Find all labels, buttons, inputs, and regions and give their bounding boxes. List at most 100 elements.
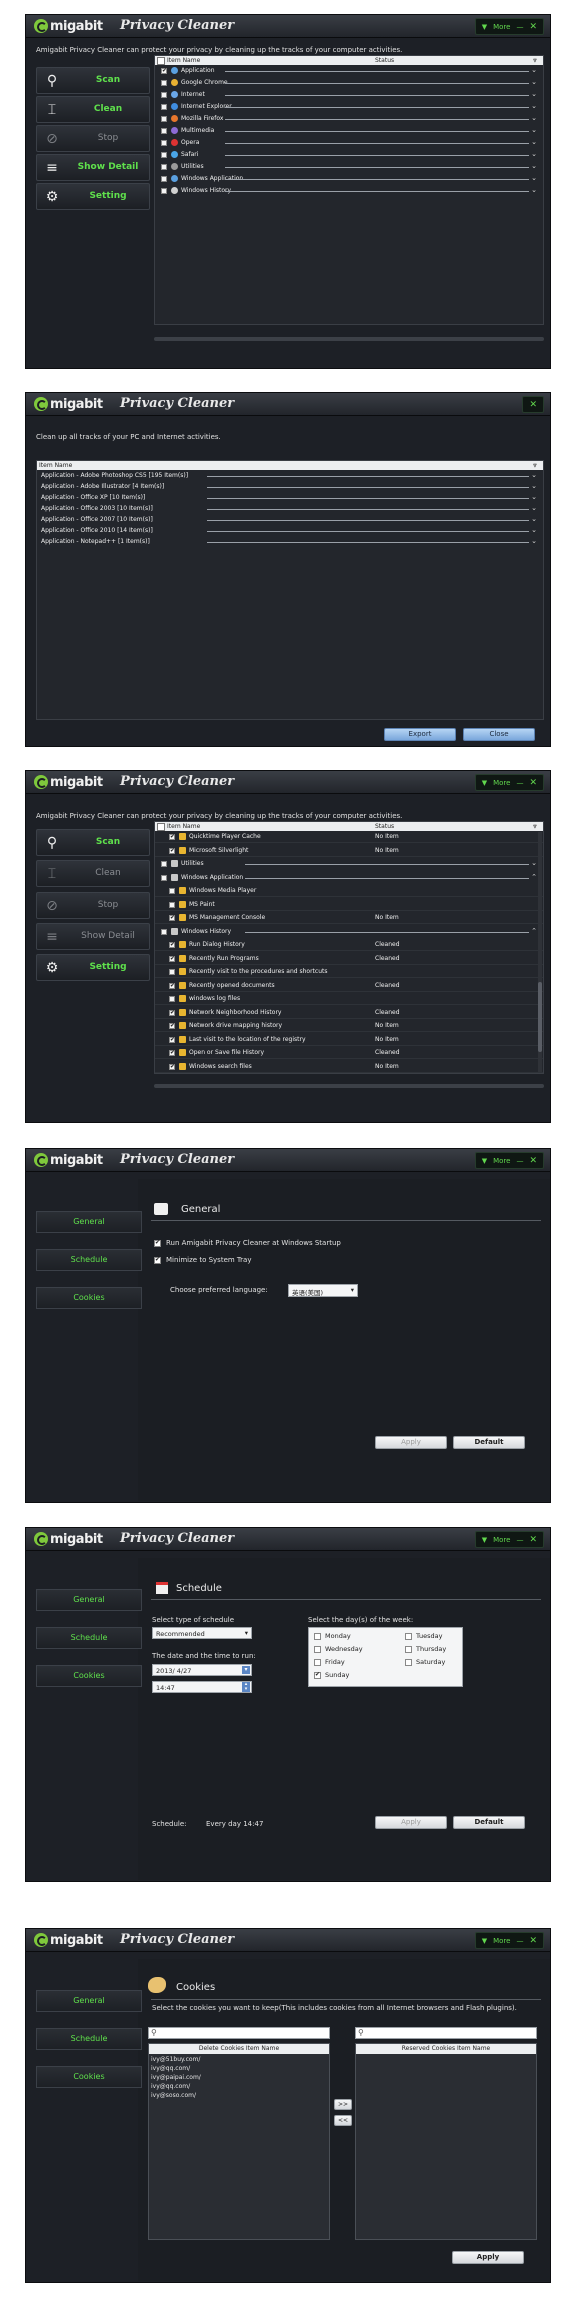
title-bar[interactable]: migabit Privacy Cleaner ▼ More — ✕: [26, 1149, 550, 1172]
horizontal-scrollbar[interactable]: [154, 1084, 544, 1088]
expand-chevron-icon[interactable]: ⌄: [531, 504, 537, 512]
item-checkbox[interactable]: [169, 969, 175, 975]
more-button[interactable]: More: [493, 1536, 510, 1544]
item-checkbox[interactable]: [169, 941, 175, 948]
list-item[interactable]: Mozilla Firefox ⌄: [155, 114, 543, 124]
apply-button[interactable]: Apply: [375, 1436, 447, 1449]
expand-chevron-icon[interactable]: ⌄: [531, 138, 537, 146]
item-checkbox[interactable]: [169, 1009, 175, 1016]
more-button[interactable]: More: [493, 23, 510, 31]
monday-checkbox[interactable]: [314, 1633, 321, 1640]
item-checkbox[interactable]: [169, 901, 175, 908]
expand-chevron-icon[interactable]: ⌄: [531, 526, 537, 534]
item-checkbox[interactable]: [161, 928, 167, 935]
list-item[interactable]: Recently Run Programs Cleaned: [155, 954, 543, 965]
expand-chevron-icon[interactable]: ⌄: [531, 114, 537, 122]
reserve-search-input[interactable]: ⚲: [355, 2027, 537, 2039]
minimize-button[interactable]: —: [516, 1536, 523, 1544]
item-checkbox[interactable]: [169, 1022, 175, 1029]
item-checkbox[interactable]: [161, 188, 167, 194]
nav-general[interactable]: General: [36, 1211, 142, 1233]
collapse-all-icon[interactable]: ⩔: [533, 461, 537, 470]
more-button[interactable]: More: [493, 1157, 510, 1165]
item-checkbox[interactable]: [161, 128, 167, 134]
item-checkbox[interactable]: [161, 861, 167, 867]
list-item[interactable]: windows log files: [155, 994, 543, 1005]
expand-chevron-icon[interactable]: ⌄: [531, 493, 537, 501]
cookie-item[interactable]: ivy@qq.com/: [151, 2065, 190, 2074]
list-item[interactable]: Windows Media Player: [155, 886, 543, 897]
more-button[interactable]: More: [493, 779, 510, 787]
tray-checkbox[interactable]: [154, 1256, 161, 1264]
close-dialog-button[interactable]: Close: [463, 728, 535, 741]
tuesday-checkbox[interactable]: [405, 1633, 412, 1640]
list-item[interactable]: Safari ⌄: [155, 150, 543, 160]
list-item[interactable]: Last visit to the location of the regist…: [155, 1035, 543, 1046]
scan-button[interactable]: ⚲ Scan: [36, 829, 150, 856]
nav-schedule[interactable]: Schedule: [36, 1249, 142, 1271]
item-checkbox[interactable]: [169, 847, 175, 854]
item-checkbox[interactable]: [161, 67, 167, 74]
list-item[interactable]: MS Paint: [155, 900, 543, 911]
minimize-button[interactable]: —: [516, 779, 523, 787]
default-button[interactable]: Default: [453, 1816, 525, 1829]
thursday-checkbox[interactable]: [405, 1646, 412, 1653]
delete-search-input[interactable]: ⚲: [148, 2027, 330, 2039]
select-all-checkbox[interactable]: [157, 57, 165, 65]
item-checkbox[interactable]: [161, 176, 167, 182]
expand-chevron-icon[interactable]: ⌄: [531, 66, 537, 74]
list-item[interactable]: Windows Application ⌄: [155, 174, 543, 184]
close-button[interactable]: ✕: [529, 1936, 537, 1946]
list-item[interactable]: Application ⌄: [155, 66, 543, 76]
date-picker[interactable]: 2013/ 4/27 ▾: [152, 1664, 252, 1676]
expand-chevron-icon[interactable]: ⌄: [531, 859, 537, 867]
more-button[interactable]: More: [493, 1937, 510, 1945]
list-item[interactable]: Windows History ⌄: [155, 186, 543, 196]
list-item[interactable]: Application - Office 2003 [10 Item(s)] ⌄: [37, 504, 543, 514]
item-checkbox[interactable]: [161, 152, 167, 158]
close-button[interactable]: ✕: [529, 778, 537, 788]
item-checkbox[interactable]: [169, 1063, 175, 1070]
title-bar[interactable]: migabit Privacy Cleaner ▼ More — ✕: [26, 1929, 550, 1952]
cookie-item[interactable]: ivy@soso.com/: [151, 2092, 196, 2101]
clean-button[interactable]: ⌶ Clean: [36, 860, 150, 887]
stop-button[interactable]: ⊘ Stop: [36, 125, 150, 152]
minimize-button[interactable]: —: [516, 1937, 523, 1945]
cookie-item[interactable]: ivy@51buy.com/: [151, 2056, 200, 2065]
item-checkbox[interactable]: [161, 164, 167, 170]
cookie-item[interactable]: ivy@paipai.com/: [151, 2074, 201, 2083]
group-row[interactable]: Windows Application ⌃: [155, 873, 543, 883]
schedule-type-select[interactable]: Recommended ▾: [152, 1627, 252, 1639]
list-item[interactable]: Recently visit to the procedures and sho…: [155, 967, 543, 978]
group-row[interactable]: Windows History ⌃: [155, 927, 543, 937]
list-item[interactable]: Internet Explorer ⌄: [155, 102, 543, 112]
item-checkbox[interactable]: [161, 104, 167, 110]
expand-chevron-icon[interactable]: ⌄: [531, 537, 537, 545]
list-item[interactable]: Opera ⌄: [155, 138, 543, 148]
expand-chevron-icon[interactable]: ⌄: [531, 78, 537, 86]
expand-chevron-icon[interactable]: ⌄: [531, 174, 537, 182]
item-checkbox[interactable]: [169, 833, 175, 840]
item-checkbox[interactable]: [169, 888, 175, 894]
list-item[interactable]: Application - Office 2007 [10 Item(s)] ⌄: [37, 515, 543, 525]
list-item[interactable]: Application - Office XP [10 Item(s)] ⌄: [37, 493, 543, 503]
close-button[interactable]: ✕: [529, 22, 537, 32]
title-bar[interactable]: migabit Privacy Cleaner ▼ More — ✕: [26, 1528, 550, 1551]
list-item[interactable]: MS Management Console No Item: [155, 913, 543, 924]
vertical-scrollbar[interactable]: [538, 832, 542, 1072]
time-spinner[interactable]: 14:47 ▴ ▾: [152, 1681, 252, 1693]
close-button[interactable]: ✕: [529, 1535, 537, 1545]
close-button[interactable]: ✕: [529, 400, 537, 410]
item-checkbox[interactable]: [161, 874, 167, 881]
collapse-all-icon[interactable]: ⩔: [533, 56, 537, 65]
clean-button[interactable]: ⌶ Clean: [36, 96, 150, 123]
item-checkbox[interactable]: [169, 996, 175, 1002]
item-checkbox[interactable]: [169, 914, 175, 921]
more-chevron-icon[interactable]: ▼: [482, 23, 487, 31]
list-item[interactable]: Utilities ⌄: [155, 162, 543, 172]
startup-checkbox[interactable]: [154, 1239, 161, 1247]
item-checkbox[interactable]: [161, 116, 167, 122]
stop-button[interactable]: ⊘ Stop: [36, 892, 150, 919]
nav-general[interactable]: General: [36, 1990, 142, 2012]
expand-chevron-icon[interactable]: ⌄: [531, 471, 537, 479]
